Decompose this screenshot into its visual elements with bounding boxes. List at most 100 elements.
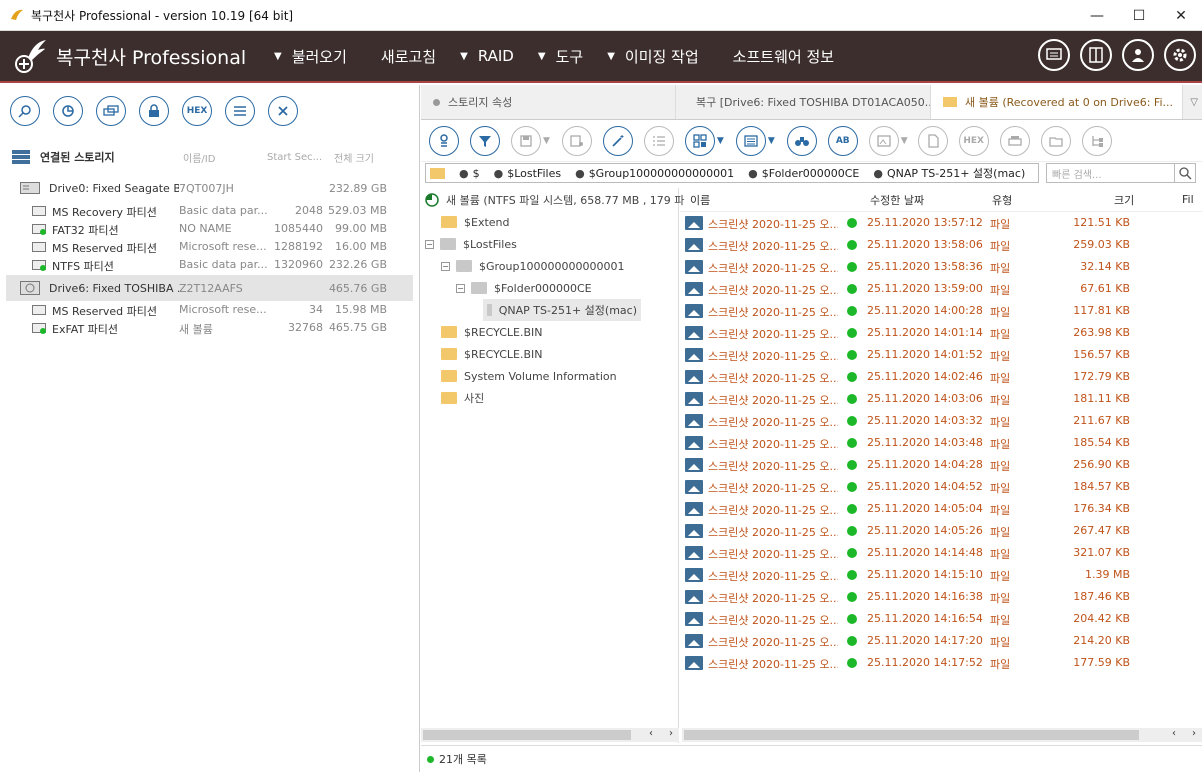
tab-volume[interactable]: 새 볼륨 (Recovered at 0 on Drive6: Fi... <box>931 85 1183 119</box>
scroll-right-icon[interactable]: › <box>1192 728 1196 739</box>
list-view-button[interactable] <box>225 96 255 126</box>
menu-refresh[interactable]: 새로고침 <box>371 46 436 67</box>
file-row[interactable]: 스크린샷 2020-11-25 오... 25.11.2020 13:58:06 파… <box>680 234 1202 256</box>
collapse-icon[interactable]: − <box>441 261 450 271</box>
dropdown-arrow-icon[interactable]: ▼ <box>717 136 724 146</box>
partition-row[interactable]: MS Reserved 파티션 Microsoft rese... 128819… <box>0 238 420 256</box>
lock-button[interactable] <box>139 96 169 126</box>
wizard-button[interactable] <box>602 125 633 156</box>
search-drive-button[interactable] <box>10 96 40 126</box>
minimize-button[interactable]: — <box>1076 0 1118 31</box>
dropdown-arrow-icon[interactable]: ▼ <box>901 136 908 146</box>
file-row[interactable]: 스크린샷 2020-11-25 오... 25.11.2020 14:01:52 파… <box>680 344 1202 366</box>
dropdown-arrow-icon[interactable]: ▼ <box>768 136 775 146</box>
details-view-button[interactable] <box>735 125 766 156</box>
copy-path-button[interactable] <box>1040 125 1071 156</box>
tab-storage-properties[interactable]: 스토리지 속성 <box>421 85 676 119</box>
scroll-left-icon[interactable]: ‹ <box>1172 728 1176 739</box>
file-row[interactable]: 스크린샷 2020-11-25 오... 25.11.2020 14:05:04 파… <box>680 498 1202 520</box>
find-button[interactable] <box>786 125 817 156</box>
file-row[interactable]: 스크린샷 2020-11-25 오... 25.11.2020 14:16:38 파… <box>680 586 1202 608</box>
save-button[interactable] <box>511 125 541 156</box>
scrollbar-thumb[interactable] <box>684 730 1139 740</box>
checklist-button[interactable] <box>643 125 674 156</box>
collapse-icon[interactable]: − <box>456 283 465 293</box>
menu-about[interactable]: 소프트웨어 정보 <box>723 46 834 67</box>
file-row[interactable]: 스크린샷 2020-11-25 오... 25.11.2020 13:58:36 파… <box>680 256 1202 278</box>
col-start-sector[interactable]: Start Sec... <box>267 152 322 163</box>
tree-root[interactable]: 새 볼륨 (NTFS 파일 시스템, 658.77 MB , 179 파 <box>425 189 684 211</box>
filter-button[interactable] <box>470 125 500 156</box>
tree-node[interactable]: $Extend <box>441 211 510 233</box>
tree-node[interactable]: − $Folder000000CE <box>456 277 592 299</box>
file-row[interactable]: 스크린샷 2020-11-25 오... 25.11.2020 14:14:48 파… <box>680 542 1202 564</box>
drive-row-6[interactable]: Drive6: Fixed TOSHIBA ... Z2T12AAFS 465.… <box>6 275 413 301</box>
tree-node[interactable]: − $Group100000000000001 <box>441 255 624 277</box>
menu-load[interactable]: ▼ 불러오기 <box>274 46 347 67</box>
hex-viewer-button[interactable]: HEX <box>182 96 212 126</box>
find-text-button[interactable]: AB <box>827 125 858 156</box>
search-icon[interactable] <box>1174 163 1196 183</box>
right-hex-button[interactable]: HEX <box>958 125 989 156</box>
file-row[interactable]: 스크린샷 2020-11-25 오... 25.11.2020 14:00:28 파… <box>680 300 1202 322</box>
breadcrumb-item[interactable]: QNAP TS-251+ 설정(mac) <box>887 165 1025 181</box>
file-row[interactable]: 스크린샷 2020-11-25 오... 25.11.2020 14:17:20 파… <box>680 630 1202 652</box>
scrollbar-thumb[interactable] <box>423 730 631 740</box>
col-modified[interactable]: 수정한 날짜 <box>870 192 924 208</box>
file-row[interactable]: 스크린샷 2020-11-25 오... 25.11.2020 14:04:28 파… <box>680 454 1202 476</box>
recover-button[interactable] <box>429 125 459 156</box>
file-row[interactable]: 스크린샷 2020-11-25 오... 25.11.2020 14:16:54 파… <box>680 608 1202 630</box>
file-row[interactable]: 스크린샷 2020-11-25 오... 25.11.2020 14:05:26 파… <box>680 520 1202 542</box>
partition-row[interactable]: FAT32 파티션 NO NAME 1085440 99.00 MB <box>0 220 420 238</box>
col-name[interactable]: 이름 <box>690 192 710 208</box>
tree-horizontal-scrollbar[interactable]: ‹ › <box>421 728 679 742</box>
breadcrumb-item[interactable]: $ <box>473 167 480 180</box>
tab-overflow-icon[interactable]: ▽ <box>1190 97 1198 108</box>
preview-button[interactable] <box>868 125 899 156</box>
col-extra[interactable]: Fil <box>1182 193 1194 206</box>
file-row[interactable]: 스크린샷 2020-11-25 오... 25.11.2020 14:01:14 파… <box>680 322 1202 344</box>
partition-row[interactable]: ExFAT 파티션 새 볼륨 32768 465.75 GB <box>0 319 420 337</box>
drive-image-button[interactable] <box>96 96 126 126</box>
file-row[interactable]: 스크린샷 2020-11-25 오... 25.11.2020 14:02:46 파… <box>680 366 1202 388</box>
file-row[interactable]: 스크린샷 2020-11-25 오... 25.11.2020 14:04:52 파… <box>680 476 1202 498</box>
user-button[interactable] <box>1122 39 1154 71</box>
tab-recovery[interactable]: 복구 [Drive6: Fixed TOSHIBA DT01ACA050... <box>676 85 931 119</box>
maximize-button[interactable]: ☐ <box>1118 0 1160 31</box>
tree-node[interactable]: $RECYCLE.BIN <box>441 343 542 365</box>
file-row[interactable]: 스크린샷 2020-11-25 오... 25.11.2020 14:17:52 파… <box>680 652 1202 674</box>
save-disk-button[interactable] <box>561 125 592 156</box>
close-window-button[interactable]: ✕ <box>1160 0 1202 31</box>
tree-view-button[interactable] <box>1081 125 1112 156</box>
partition-scan-button[interactable] <box>53 96 83 126</box>
tree-node[interactable]: $RECYCLE.BIN <box>441 321 542 343</box>
col-name-id[interactable]: 이름/ID <box>183 150 215 165</box>
message-button[interactable] <box>1038 39 1070 71</box>
col-size[interactable]: 크기 <box>1114 192 1134 208</box>
close-drive-button[interactable] <box>268 96 298 126</box>
file-row[interactable]: 스크린샷 2020-11-25 오... 25.11.2020 14:03:48 파… <box>680 432 1202 454</box>
collapse-icon[interactable]: − <box>425 239 434 249</box>
settings-button[interactable] <box>1164 39 1196 71</box>
scroll-left-icon[interactable]: ‹ <box>649 728 653 739</box>
tree-node[interactable]: 사진 <box>441 387 484 409</box>
tree-node[interactable]: − $LostFiles <box>425 233 517 255</box>
tree-node[interactable]: System Volume Information <box>441 365 617 387</box>
menu-raid[interactable]: ▼ RAID <box>460 47 514 65</box>
partition-row[interactable]: NTFS 파티션 Basic data par... 1320960 232.2… <box>0 256 420 274</box>
menu-tools[interactable]: ▼ 도구 <box>538 46 583 67</box>
breadcrumb-item[interactable]: $Group100000000000001 <box>589 167 734 180</box>
partition-row[interactable]: MS Reserved 파티션 Microsoft rese... 34 15.… <box>0 301 420 319</box>
col-total-size[interactable]: 전체 크기 <box>334 150 374 165</box>
file-row[interactable]: 스크린샷 2020-11-25 오... 25.11.2020 13:59:00 파… <box>680 278 1202 300</box>
dropdown-arrow-icon[interactable]: ▼ <box>543 136 550 146</box>
col-type[interactable]: 유형 <box>992 192 1012 208</box>
file-row[interactable]: 스크린샷 2020-11-25 오... 25.11.2020 14:03:06 파… <box>680 388 1202 410</box>
quick-search-input[interactable]: 빠른 검색... <box>1046 163 1196 183</box>
file-row[interactable]: 스크린샷 2020-11-25 오... 25.11.2020 14:03:32 파… <box>680 410 1202 432</box>
drive-row-0[interactable]: Drive0: Fixed Seagate B... 7QT007JH 232.… <box>6 176 413 200</box>
export-button[interactable] <box>917 125 948 156</box>
print-button[interactable] <box>999 125 1030 156</box>
tree-node-selected[interactable]: QNAP TS-251+ 설정(mac) <box>483 299 641 321</box>
breadcrumb-item[interactable]: $LostFiles <box>507 167 561 180</box>
